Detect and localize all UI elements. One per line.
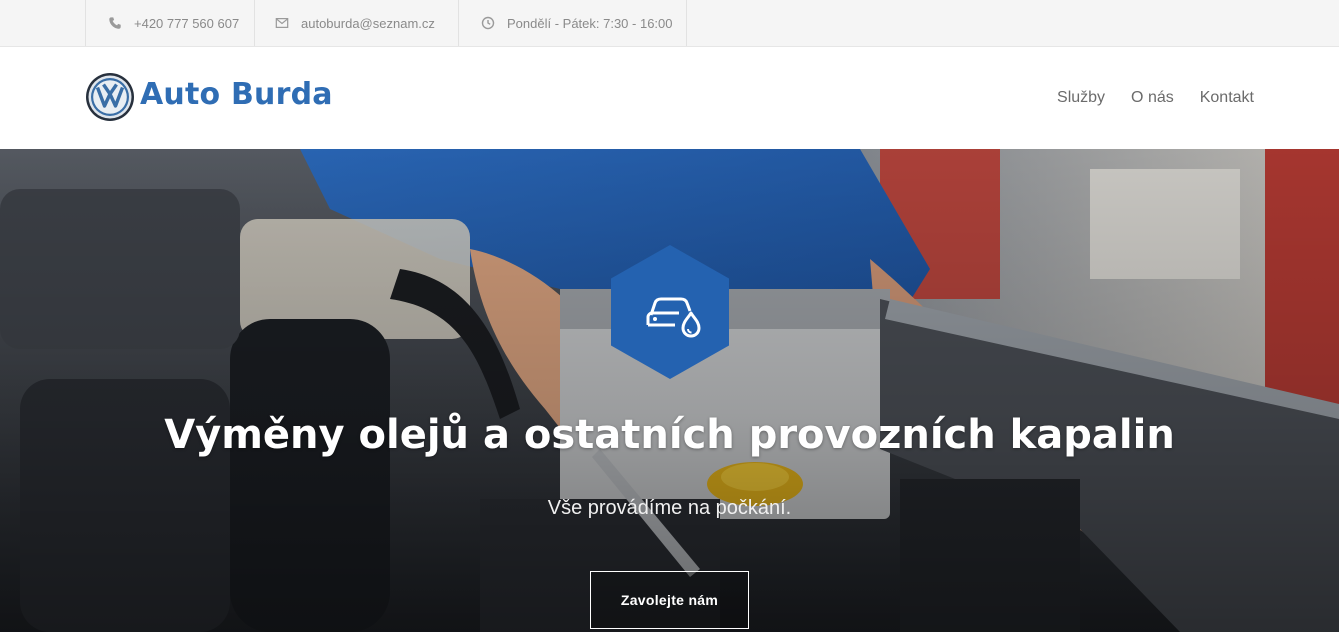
main-navigation: Služby O nás Kontakt [1031, 87, 1254, 109]
opening-hours-text: Pondělí - Pátek: 7:30 - 16:00 [507, 15, 673, 31]
call-us-button[interactable]: Zavolejte nám [590, 571, 749, 629]
opening-hours: Pondělí - Pátek: 7:30 - 16:00 [458, 0, 687, 46]
nav-item-o-nas[interactable]: O nás [1131, 87, 1174, 109]
nav-item-kontakt[interactable]: Kontakt [1200, 87, 1254, 109]
site-header: Auto Burda Služby O nás Kontakt [0, 47, 1339, 149]
hero-section: Výměny olejů a ostatních provozních kapa… [0, 149, 1339, 632]
hero-title: Výměny olejů a ostatních provozních kapa… [164, 412, 1175, 458]
hero-subtitle: Vše provádíme na počkání. [547, 497, 792, 519]
top-info-bar: +420 777 560 607 autoburda@seznam.cz Pon… [0, 0, 1339, 47]
email-address: autoburda@seznam.cz [301, 15, 435, 31]
clock-icon [481, 16, 495, 30]
email-contact[interactable]: autoburda@seznam.cz [254, 0, 459, 46]
car-oil-drop-icon [611, 245, 729, 379]
phone-contact[interactable]: +420 777 560 607 [85, 0, 255, 46]
brand-name[interactable]: Auto Burda [140, 77, 333, 113]
hero-overlay [0, 149, 1339, 632]
envelope-icon [275, 16, 289, 30]
vw-logo-icon[interactable] [85, 72, 135, 122]
phone-number: +420 777 560 607 [134, 15, 240, 31]
nav-item-sluzby[interactable]: Služby [1057, 87, 1105, 109]
phone-icon [108, 16, 122, 30]
